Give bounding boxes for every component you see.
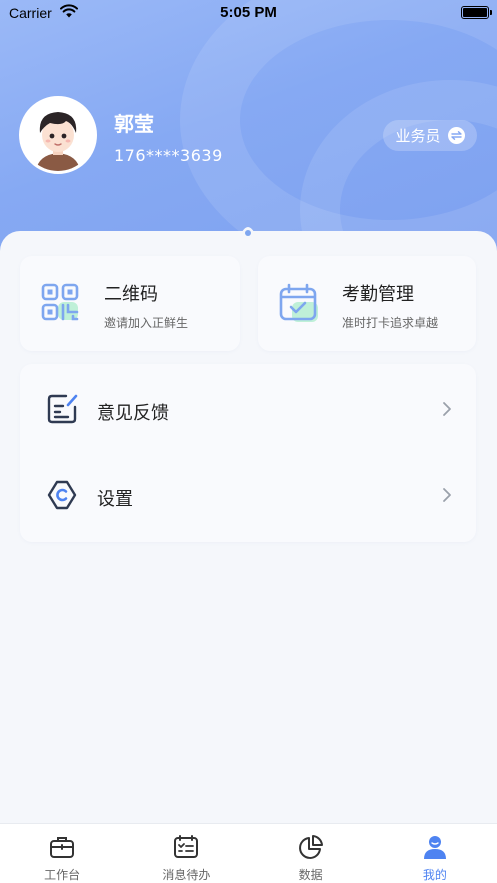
feedback-edit-icon [47, 394, 78, 424]
user-phone: 176****3639 [114, 146, 223, 165]
tab-label: 消息待办 [162, 868, 211, 882]
attendance-subtitle: 准时打卡追求卓越 [342, 316, 439, 330]
pie-chart-icon [298, 835, 323, 859]
chevron-right-icon [443, 402, 451, 416]
swap-icon [447, 127, 465, 144]
qr-code-subtitle: 邀请加入正鲜生 [104, 316, 189, 330]
status-bar: Carrier 5:05 PM [0, 0, 497, 26]
menu-list: 意见反馈 设置 [20, 364, 476, 542]
settings-gear-icon [47, 480, 77, 510]
settings-label: 设置 [97, 489, 133, 510]
tab-messages-todo[interactable]: 消息待办 [124, 824, 248, 883]
avatar[interactable] [19, 96, 97, 174]
user-icon [423, 836, 446, 859]
qr-code-title: 二维码 [104, 284, 158, 305]
clock: 5:05 PM [220, 4, 277, 21]
menu-item-settings[interactable]: 设置 [20, 452, 476, 538]
briefcase-icon [50, 837, 75, 858]
tab-mine[interactable]: 我的 [373, 824, 497, 883]
tab-bar: 工作台 消息待办 数据 我的 [0, 823, 497, 883]
feedback-label: 意见反馈 [97, 403, 169, 424]
todo-list-icon [174, 835, 199, 858]
switch-role-button[interactable]: 业务员 [383, 120, 477, 151]
chevron-right-icon [443, 488, 451, 502]
qr-code-card[interactable]: 二维码 邀请加入正鲜生 [20, 256, 240, 351]
tab-label: 数据 [298, 868, 323, 882]
calendar-check-icon [279, 283, 318, 322]
attendance-card[interactable]: 考勤管理 准时打卡追求卓越 [258, 256, 476, 351]
battery-icon [461, 6, 492, 19]
tab-workbench[interactable]: 工作台 [0, 824, 124, 883]
role-label: 业务员 [395, 127, 441, 145]
tab-label: 工作台 [44, 868, 81, 882]
tab-data[interactable]: 数据 [249, 824, 373, 883]
menu-item-feedback[interactable]: 意见反馈 [20, 366, 476, 452]
user-name: 郭莹 [114, 112, 154, 136]
qr-code-icon [41, 283, 79, 321]
attendance-title: 考勤管理 [342, 284, 414, 305]
sheet-notch [233, 227, 263, 238]
avatar-illustration [22, 99, 94, 171]
profile-screen: Carrier 5:05 PM 郭莹 176****3639 业务员 二维码 邀… [0, 0, 497, 883]
tab-label: 我的 [422, 868, 447, 882]
